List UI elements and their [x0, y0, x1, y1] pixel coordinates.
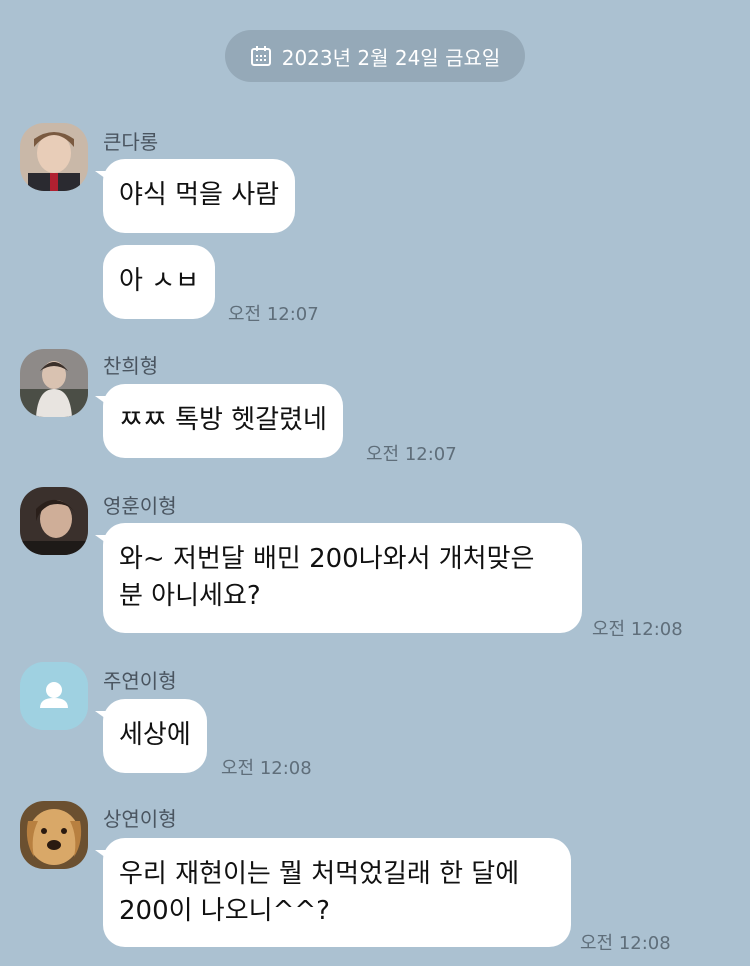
sender-name: 찬희형	[103, 354, 159, 378]
message-time: 오전 12:08	[592, 619, 683, 640]
message-bubble[interactable]: 우리 재현이는 뭘 처먹었길래 한 달에 200이 나오니^^?	[95, 838, 571, 947]
sender-name: 영훈이형	[103, 494, 177, 518]
message-time: 오전 12:07	[366, 444, 457, 465]
message-time: 오전 12:08	[580, 933, 671, 954]
sender-name: 큰다롱	[103, 130, 159, 154]
message-bubble[interactable]: ㅉㅉ 톡방 헷갈렸네	[95, 384, 343, 458]
message-bubble[interactable]: 세상에	[95, 699, 207, 773]
default-profile-icon[interactable]	[20, 662, 88, 730]
date-divider: 2023년 2월 24일 금요일	[225, 30, 525, 82]
message-bubble[interactable]: 아 ㅅㅂ	[103, 245, 216, 319]
avatar[interactable]	[20, 349, 88, 417]
message-time: 오전 12:08	[221, 758, 312, 779]
avatar[interactable]	[20, 123, 88, 191]
date-label: 2023년 2월 24일 금요일	[281, 45, 501, 70]
message-bubble[interactable]: 와~ 저번달 배민 200나와서 개처맞은 분 아니세요?	[95, 523, 582, 633]
sender-name: 상연이형	[103, 807, 177, 831]
message-time: 오전 12:07	[228, 304, 319, 325]
calendar-icon	[250, 45, 272, 67]
message-bubble[interactable]: 야식 먹을 사람	[94, 159, 296, 233]
avatar[interactable]	[20, 487, 88, 555]
avatar[interactable]	[20, 801, 88, 869]
sender-name: 주연이형	[103, 669, 177, 693]
